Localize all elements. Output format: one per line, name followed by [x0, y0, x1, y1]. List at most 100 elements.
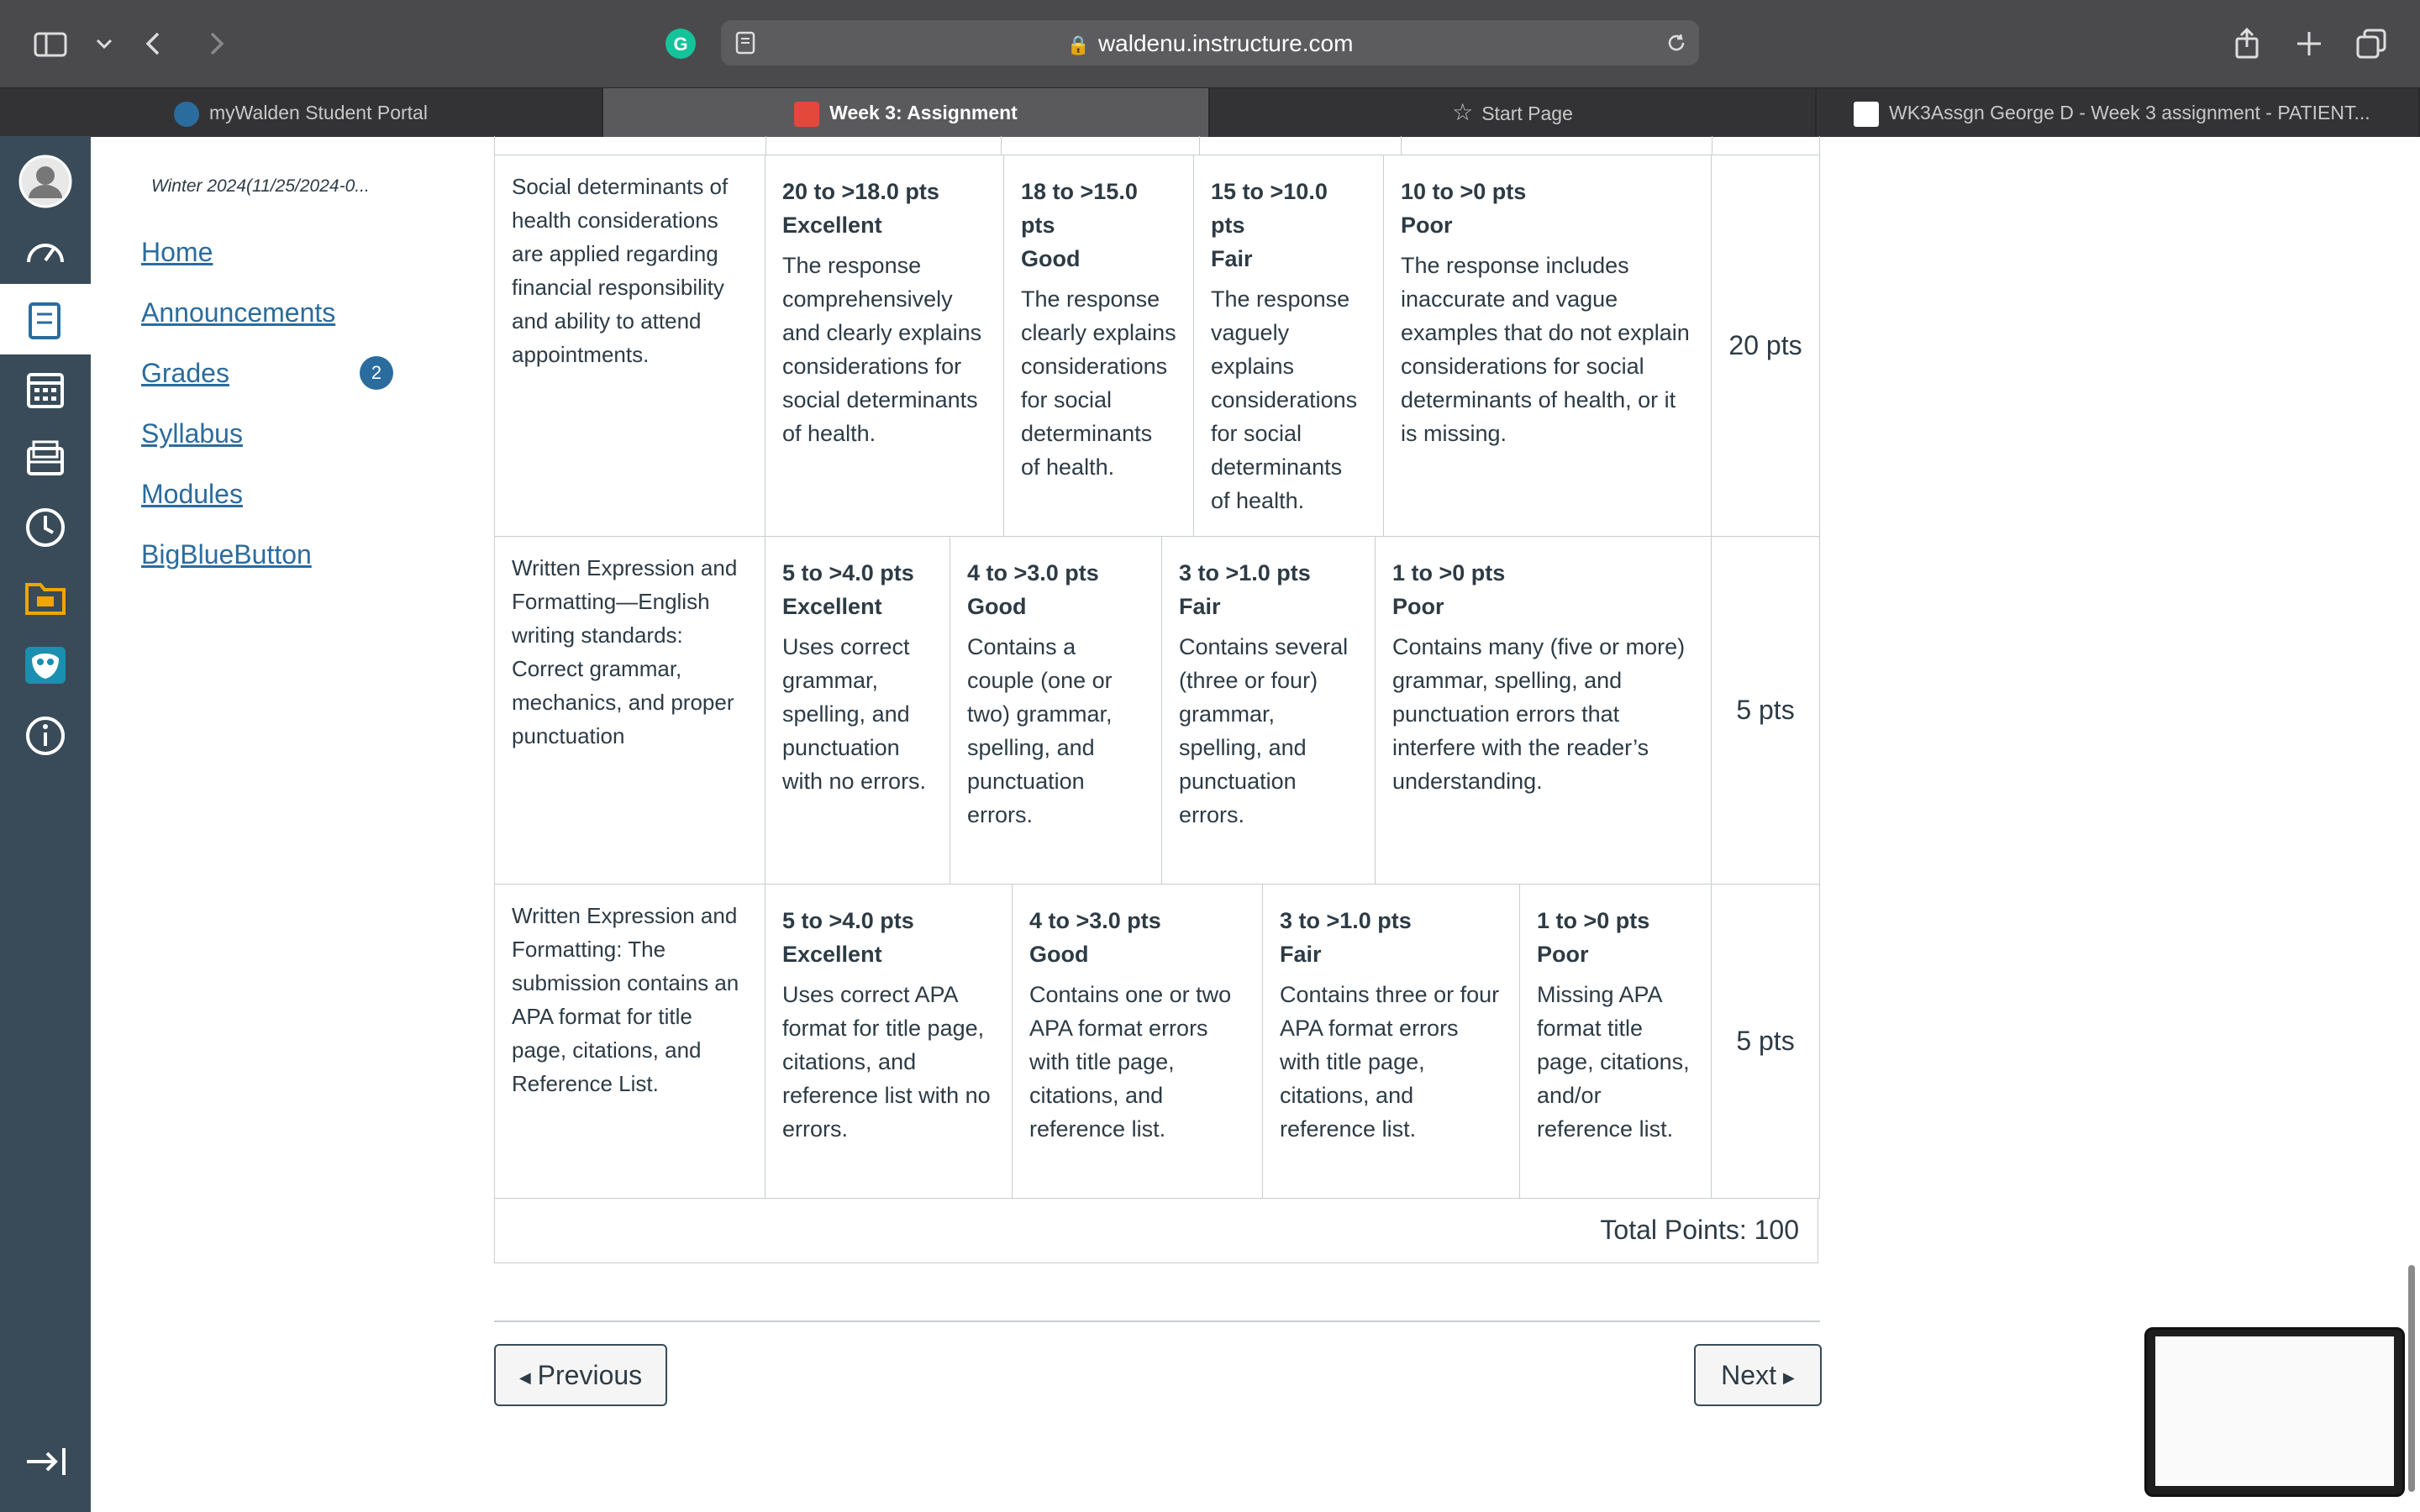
rating-description: The response includes inaccurate and vag…: [1401, 253, 1690, 446]
address-bar[interactable]: 🔒 waldenu.instructure.com: [721, 20, 1699, 66]
owl-icon: [25, 647, 66, 684]
rating-cell: 4 to >3.0 pts Good Contains a couple (on…: [950, 536, 1162, 884]
rating-cell: 15 to >10.0 pts Fair The response vaguel…: [1194, 155, 1384, 536]
calendar-nav[interactable]: [0, 354, 91, 420]
criterion-description: Social determinants of health considerat…: [495, 155, 765, 536]
courses-nav[interactable]: [0, 284, 91, 354]
tab-label: Week 3: Assignment: [829, 102, 1018, 123]
rating-points: 3 to >1.0 pts: [1179, 560, 1311, 585]
rating-description: The response vaguely explains considerat…: [1211, 286, 1358, 513]
nav-bigbluebutton[interactable]: BigBlueButton: [141, 539, 312, 570]
rating-level: Excellent: [782, 594, 882, 619]
tab-label: myWalden Student Portal: [209, 102, 428, 123]
rating-points: 1 to >0 pts: [1537, 908, 1650, 933]
rating-description: Contains a couple (one or two) grammar, …: [967, 634, 1113, 827]
account-nav[interactable]: [0, 144, 91, 220]
criterion-description: Written Expression and Formatting: The s…: [495, 884, 765, 1198]
dashboard-nav[interactable]: [0, 217, 91, 282]
clock-icon: [26, 508, 65, 547]
svg-text:G: G: [673, 34, 687, 55]
dashboard-icon: [27, 244, 64, 263]
rating-description: Contains many (five or more) grammar, sp…: [1392, 634, 1686, 794]
tab-overview-icon[interactable]: [2354, 27, 2388, 60]
rating-points: 3 to >1.0 pts: [1280, 908, 1412, 933]
share-icon[interactable]: [2230, 27, 2264, 60]
rubric-total: Total Points: 100: [494, 1198, 1818, 1263]
grammarly-icon[interactable]: G: [664, 27, 697, 60]
document-logo-icon: [1854, 101, 1879, 127]
rating-description: The response clearly explains considerat…: [1021, 286, 1176, 480]
course-title: Winter 2024(11/25/2024-0...: [151, 176, 370, 196]
calendar-icon: [27, 373, 64, 408]
previous-label: Previous: [537, 1360, 643, 1390]
rating-cell: 20 to >18.0 pts Excellent The response c…: [765, 155, 1004, 536]
rating-level: Fair: [1179, 594, 1221, 619]
rating-points: 4 to >3.0 pts: [967, 560, 1099, 585]
rubric-row-top-remnant: [494, 136, 1820, 155]
rating-level: Poor: [1401, 213, 1453, 238]
rubric-row: Written Expression and Formatting: The s…: [494, 884, 1820, 1199]
help-nav[interactable]: [0, 701, 91, 766]
tab-start-page[interactable]: ☆ Start Page: [1210, 88, 1817, 137]
rating-points: 15 to >10.0 pts: [1211, 179, 1328, 238]
app-nav[interactable]: [0, 630, 91, 696]
star-icon: ☆: [1452, 99, 1474, 125]
walden-logo-icon: [174, 101, 200, 127]
tab-mywalden[interactable]: myWalden Student Portal: [0, 88, 603, 137]
rating-points: 1 to >0 pts: [1392, 560, 1506, 585]
history-nav[interactable]: [0, 492, 91, 558]
rating-cell: 5 to >4.0 pts Excellent Uses correct gra…: [765, 536, 950, 884]
criterion-points: 5 pts: [1736, 694, 1795, 725]
collapse-icon: [27, 1448, 66, 1475]
nav-modules[interactable]: Modules: [141, 479, 243, 510]
rating-description: Uses correct APA format for title page, …: [782, 982, 991, 1142]
divider: [494, 1320, 1820, 1322]
rating-cell: 18 to >15.0 pts Good The response clearl…: [1004, 155, 1194, 536]
rating-description: The response comprehensively and clearly…: [782, 253, 982, 446]
rating-points: 10 to >0 pts: [1401, 179, 1527, 204]
canvas-logo-icon: [794, 101, 820, 127]
url-text: waldenu.instructure.com: [1097, 30, 1354, 56]
rubric-row: Social determinants of health considerat…: [494, 155, 1820, 537]
next-button[interactable]: Next ▶: [1694, 1344, 1822, 1406]
rating-cell: 3 to >1.0 pts Fair Contains several (thr…: [1162, 536, 1376, 884]
rating-cell: 10 to >0 pts Poor The response includes …: [1384, 155, 1712, 536]
tab-wk3assgn[interactable]: WK3Assgn George D - Week 3 assignment - …: [1817, 88, 2420, 137]
reload-icon[interactable]: [1665, 32, 1687, 54]
screenshot-thumbnail[interactable]: [2144, 1327, 2405, 1497]
grades-count-badge: 2: [360, 356, 393, 390]
new-tab-icon[interactable]: [2292, 27, 2326, 60]
nav-home[interactable]: Home: [141, 237, 213, 268]
back-icon[interactable]: [138, 27, 171, 60]
next-label: Next: [1721, 1360, 1776, 1390]
lock-icon: 🔒: [1066, 34, 1090, 55]
rating-description: Uses correct grammar, spelling, and punc…: [782, 634, 927, 794]
inbox-nav[interactable]: [0, 423, 91, 489]
rating-points: 18 to >15.0 pts: [1021, 179, 1138, 238]
scrollbar[interactable]: [2408, 1265, 2415, 1492]
rating-cell: 1 to >0 pts Poor Contains many (five or …: [1376, 536, 1712, 884]
chevron-down-icon[interactable]: [87, 27, 121, 60]
thumbnail-preview: [2155, 1336, 2394, 1486]
rating-points: 5 to >4.0 pts: [782, 908, 914, 933]
tab-label: WK3Assgn George D - Week 3 assignment - …: [1889, 102, 2370, 123]
rating-level: Fair: [1211, 246, 1253, 271]
sidebar-toggle-icon[interactable]: [34, 27, 67, 60]
tab-week3-assignment[interactable]: Week 3: Assignment: [603, 88, 1210, 137]
nav-announcements[interactable]: Announcements: [141, 297, 335, 328]
rating-points: 20 to >18.0 pts: [782, 179, 939, 204]
tab-bar: myWalden Student Portal Week 3: Assignme…: [0, 87, 2420, 137]
criterion-description: Written Expression and Formatting—Englis…: [495, 536, 765, 884]
previous-button[interactable]: ◀ Previous: [494, 1344, 667, 1406]
info-icon: [26, 717, 65, 755]
files-nav[interactable]: [0, 561, 91, 627]
rating-level: Poor: [1537, 942, 1589, 967]
courses-icon: [29, 302, 60, 339]
rating-level: Excellent: [782, 942, 882, 967]
forward-icon[interactable]: [198, 27, 232, 60]
nav-grades[interactable]: Grades: [141, 358, 229, 389]
rating-level: Fair: [1280, 942, 1322, 967]
rating-level: Good: [1029, 942, 1089, 967]
nav-syllabus[interactable]: Syllabus: [141, 418, 243, 449]
collapse-nav[interactable]: [0, 1426, 91, 1492]
